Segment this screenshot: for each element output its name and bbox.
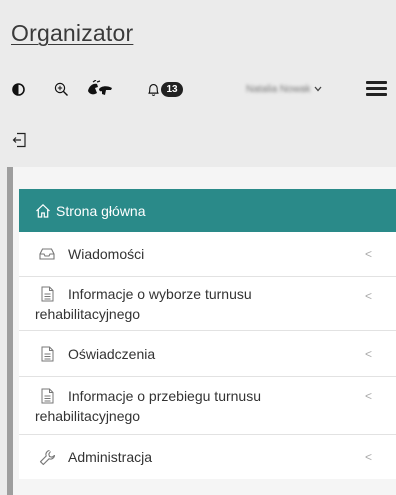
- menu-item-label: Informacje o wyborze turnusu: [68, 286, 252, 302]
- zoom-in-icon[interactable]: [53, 72, 69, 106]
- chevron-down-icon: [314, 84, 322, 95]
- menu-item-administration[interactable]: Administracja <: [19, 435, 396, 479]
- menu-item-messages[interactable]: Wiadomości <: [19, 232, 396, 277]
- menu-item-label: Wiadomości: [68, 246, 145, 262]
- sidebar-panel: Strona główna Wiadomości < Informacje o …: [13, 167, 396, 495]
- chevron-left-icon: <: [364, 389, 372, 403]
- contrast-icon[interactable]: [11, 72, 25, 106]
- notification-count-badge: 13: [161, 81, 183, 97]
- user-menu[interactable]: Natalia Nowak: [246, 80, 322, 98]
- bell-icon: [147, 82, 160, 97]
- logout-icon[interactable]: [12, 132, 27, 153]
- document-icon: [38, 388, 56, 404]
- chevron-left-icon: <: [364, 346, 372, 361]
- chevron-left-icon: <: [364, 289, 372, 303]
- menu-item-statements[interactable]: Oświadczenia <: [19, 331, 396, 377]
- notifications-button[interactable]: 13: [145, 72, 185, 106]
- menu-item-label: Administracja: [68, 449, 153, 465]
- menu-item-label-line2: rehabilitacyjnego: [35, 306, 141, 322]
- wrench-icon: [38, 449, 56, 466]
- document-icon: [38, 346, 56, 362]
- inbox-icon: [38, 248, 56, 260]
- home-icon: [34, 203, 52, 219]
- brand-link[interactable]: Organizator: [11, 20, 133, 47]
- sign-language-icon[interactable]: [84, 72, 116, 106]
- sidebar: Strona główna Wiadomości < Informacje o …: [7, 167, 396, 495]
- user-name: Natalia Nowak: [246, 83, 311, 95]
- menu-item-label: Strona główna: [56, 202, 146, 219]
- menu-item-label: Oświadczenia: [68, 345, 156, 362]
- document-icon: [38, 286, 56, 302]
- menu-item-label: Informacje o przebiegu turnusu: [68, 388, 261, 404]
- menu-item-home[interactable]: Strona główna: [19, 189, 396, 232]
- hamburger-menu-icon[interactable]: [366, 81, 387, 99]
- menu-item-turnus-selection[interactable]: Informacje o wyborze turnusu rehabilitac…: [19, 277, 396, 331]
- chevron-left-icon: <: [364, 247, 372, 261]
- sidebar-menu: Strona główna Wiadomości < Informacje o …: [19, 189, 396, 479]
- top-toolbar: 13: [0, 72, 396, 106]
- chevron-left-icon: <: [364, 450, 372, 464]
- menu-item-turnus-progress[interactable]: Informacje o przebiegu turnusu rehabilit…: [19, 377, 396, 435]
- menu-item-label-line2: rehabilitacyjnego: [35, 408, 141, 424]
